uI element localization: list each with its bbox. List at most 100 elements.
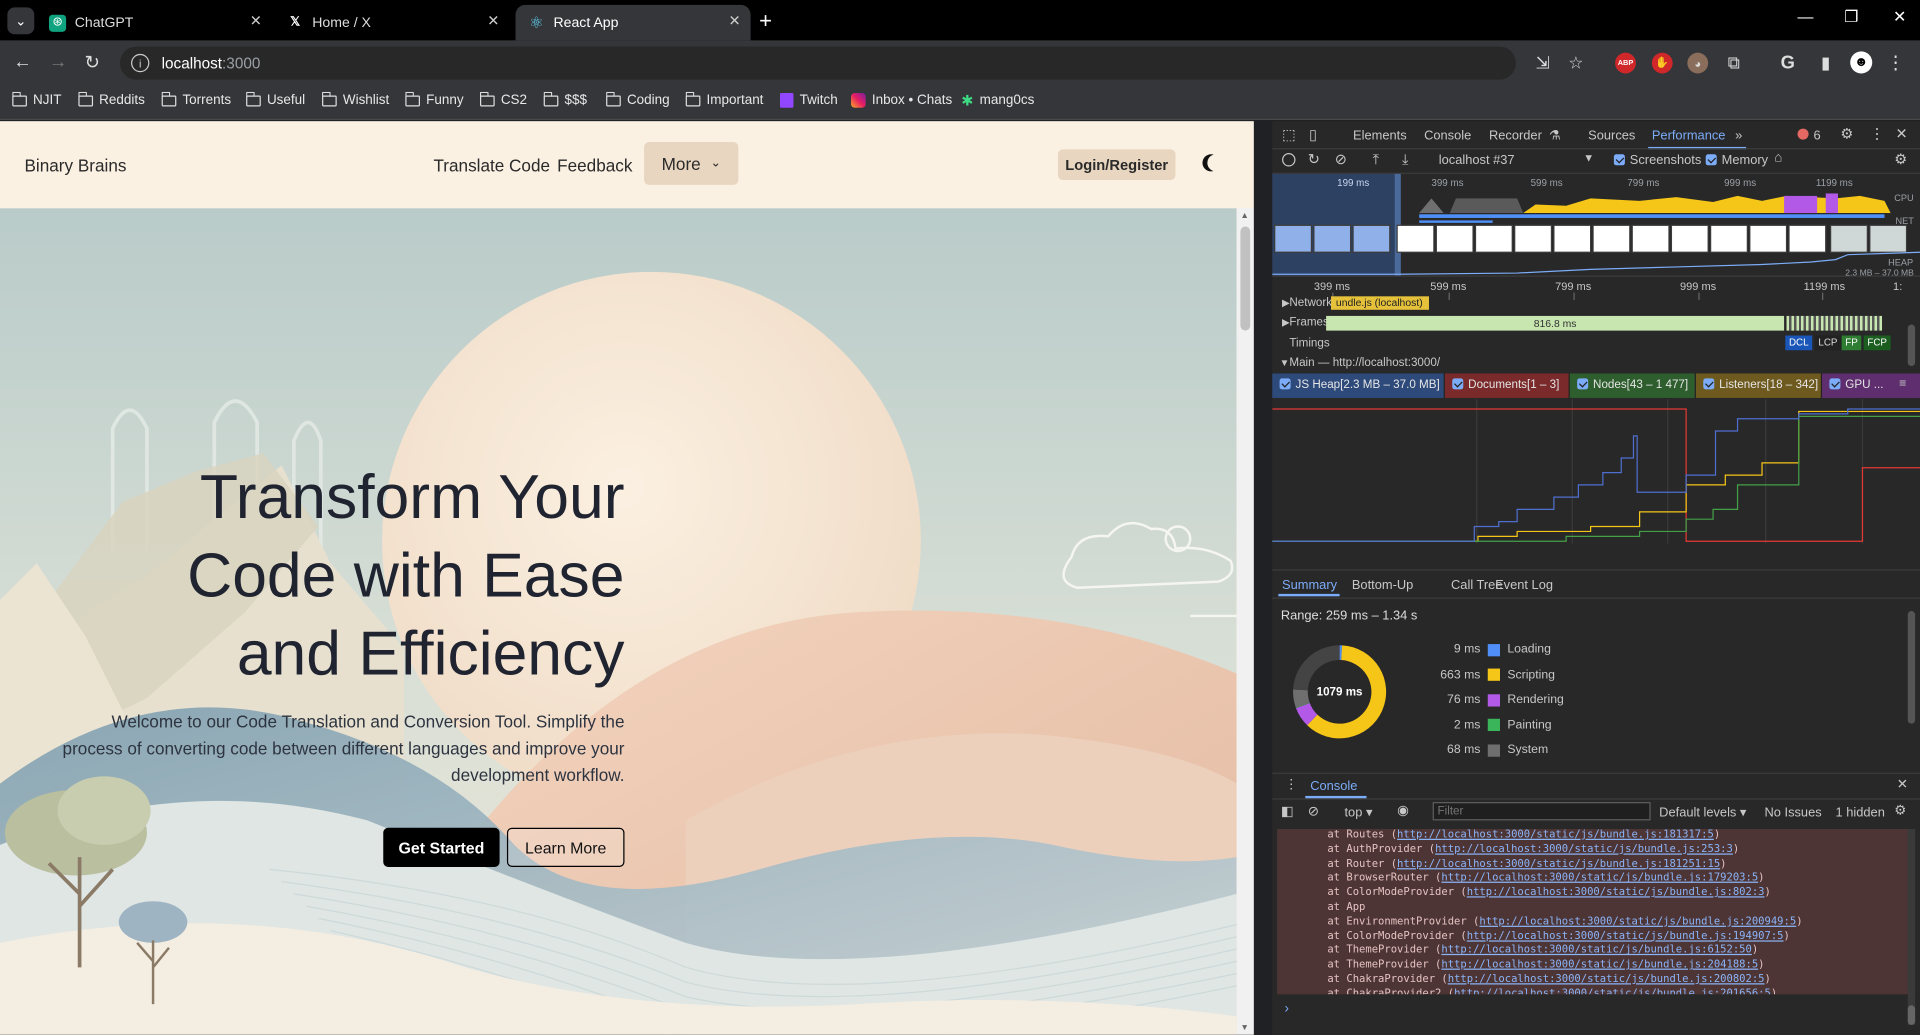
bookmark-item[interactable]: ✱ mang0cs	[961, 91, 1034, 111]
source-link[interactable]: http://localhost:3000/static/js/bundle.j…	[1454, 988, 1771, 994]
memory-checkbox[interactable]: Memory	[1705, 153, 1768, 168]
devtools-tab-sources[interactable]: Sources	[1588, 129, 1635, 144]
console-settings-gear-icon[interactable]: ⚙	[1894, 802, 1906, 818]
counters-menu-icon[interactable]: ≡	[1899, 377, 1906, 390]
counter-toggle[interactable]: Documents[1 – 3]	[1444, 373, 1569, 398]
login-register-button[interactable]: Login/Register	[1057, 149, 1176, 181]
back-arrow-icon[interactable]: ←	[13, 51, 31, 72]
counter-toggle[interactable]: JS Heap[2.3 MB – 37.0 MB]	[1272, 373, 1444, 398]
drawer-menu-icon[interactable]: ⋮	[1284, 776, 1297, 793]
more-tabs-icon[interactable]: »	[1735, 129, 1742, 144]
scroll-down-icon[interactable]: ▼	[1240, 1024, 1248, 1033]
main-expand-icon[interactable]: ▼	[1280, 358, 1290, 369]
devtools-tab-performance[interactable]: Performance	[1652, 129, 1726, 144]
adblock-plus-icon[interactable]: ABP	[1615, 52, 1636, 74]
context-select[interactable]: top ▾	[1344, 806, 1372, 821]
close-tab-icon[interactable]: ✕	[250, 12, 262, 29]
get-started-button[interactable]: Get Started	[383, 827, 500, 867]
minimize-icon[interactable]: —	[1798, 7, 1814, 25]
reload-icon[interactable]: ↻	[84, 51, 99, 74]
bookmark-item[interactable]: Coding	[606, 91, 670, 111]
inspect-element-icon[interactable]: ⬚	[1282, 126, 1296, 143]
close-drawer-icon[interactable]: ✕	[1897, 776, 1908, 793]
save-profile-icon[interactable]: ⤓	[1402, 151, 1409, 169]
devtools-tab-console[interactable]: Console	[1424, 129, 1471, 144]
page-scrollbar[interactable]	[1236, 208, 1254, 1035]
site-brand[interactable]: Binary Brains	[24, 156, 126, 176]
source-link[interactable]: http://localhost:3000/static/js/bundle.j…	[1441, 959, 1758, 971]
install-app-icon[interactable]: ⇲	[1532, 51, 1554, 73]
devtools-divider[interactable]	[1253, 121, 1273, 1035]
kebab-menu-icon[interactable]: ⋮	[1870, 125, 1885, 142]
log-levels-select[interactable]: Default levels ▾	[1659, 806, 1746, 821]
clear-console-icon[interactable]: ⊘	[1308, 803, 1319, 819]
side-panel-icon[interactable]: ▮	[1815, 51, 1837, 73]
bookmark-item[interactable]: $$$	[543, 91, 587, 111]
site-info-icon[interactable]: i	[131, 53, 150, 73]
network-track-label[interactable]: Network	[1289, 296, 1332, 309]
source-link[interactable]: http://localhost:3000/static/js/bundle.j…	[1441, 872, 1758, 884]
scrollbar-thumb[interactable]	[1240, 226, 1251, 331]
tab-react-app[interactable]: ⚛ React App ✕	[515, 4, 751, 41]
sidebar-toggle-icon[interactable]: ◧	[1281, 803, 1294, 819]
console-filter-input[interactable]	[1432, 802, 1651, 821]
source-link[interactable]: http://localhost:3000/static/js/bundle.j…	[1467, 887, 1765, 899]
load-profile-icon[interactable]: ⤒	[1373, 151, 1380, 169]
bookmark-item[interactable]: Twitch	[780, 91, 838, 111]
console-prompt-chevron-icon[interactable]: ›	[1284, 1002, 1288, 1017]
kebab-menu-icon[interactable]: ⋮	[1884, 51, 1906, 74]
extensions-puzzle-icon[interactable]: ⧉	[1723, 51, 1745, 73]
record-icon[interactable]	[1282, 153, 1296, 167]
main-track-label[interactable]: Main — http://localhost:3000/	[1289, 356, 1440, 369]
source-link[interactable]: http://localhost:3000/static/js/bundle.j…	[1435, 843, 1733, 855]
bookmark-item[interactable]: Funny	[405, 91, 464, 111]
console-scrollbar-thumb[interactable]	[1907, 1005, 1916, 1025]
devtools-tab-recorder[interactable]: Recorder	[1489, 129, 1542, 144]
clear-icon[interactable]: ⊘	[1335, 151, 1347, 168]
recording-select[interactable]: localhost #37	[1439, 153, 1515, 168]
bookmark-item[interactable]: Reddits	[78, 91, 145, 111]
lcp-marker[interactable]: LCP	[1814, 335, 1842, 351]
reload-record-icon[interactable]: ↻	[1308, 151, 1320, 168]
source-link[interactable]: http://localhost:3000/static/js/bundle.j…	[1397, 829, 1714, 841]
nav-translate-code[interactable]: Translate Code	[433, 156, 550, 176]
bottom-tab[interactable]: Summary	[1282, 578, 1337, 593]
bookmark-item[interactable]: CS2	[480, 91, 527, 111]
source-link[interactable]: http://localhost:3000/static/js/bundle.j…	[1479, 916, 1796, 928]
console-scrollbar[interactable]	[1907, 828, 1916, 1025]
settings-gear-icon[interactable]: ⚙	[1840, 125, 1853, 142]
close-tab-icon[interactable]: ✕	[728, 12, 740, 29]
address-bar[interactable]: i localhost:3000	[120, 46, 1516, 80]
issues-button[interactable]: No Issues	[1764, 806, 1821, 821]
forward-arrow-icon[interactable]: →	[49, 51, 67, 72]
tab-search-chevron-icon[interactable]: ⌄	[7, 7, 35, 35]
bookmark-item[interactable]: Inbox • Chats	[851, 91, 952, 111]
fp-marker[interactable]: FP	[1841, 335, 1862, 351]
source-link[interactable]: http://localhost:3000/static/js/bundle.j…	[1397, 858, 1720, 870]
bookmark-item[interactable]: Important	[685, 91, 763, 111]
summary-scrollbar[interactable]	[1907, 611, 1916, 724]
error-count[interactable]: 6	[1813, 129, 1820, 144]
google-icon[interactable]: G	[1777, 51, 1799, 73]
device-toolbar-icon[interactable]: ▯	[1309, 126, 1317, 143]
more-menu-button[interactable]: More ⌄	[644, 142, 739, 185]
bookmark-item[interactable]: Wishlist	[322, 91, 389, 111]
screenshots-checkbox[interactable]: Screenshots	[1613, 153, 1701, 168]
moon-icon[interactable]	[1207, 154, 1224, 171]
close-tab-icon[interactable]: ✕	[487, 12, 499, 29]
dcl-marker[interactable]: DCL	[1785, 335, 1813, 351]
scroll-up-icon[interactable]: ▲	[1240, 212, 1248, 221]
restore-icon[interactable]: ❐	[1844, 7, 1858, 27]
bookmark-item[interactable]: Useful	[246, 91, 305, 111]
fcp-marker[interactable]: FCP	[1863, 335, 1891, 351]
bookmark-star-icon[interactable]: ☆	[1565, 51, 1587, 73]
profile-avatar[interactable]: ☻	[1850, 51, 1873, 74]
counter-toggle[interactable]: Nodes[43 – 1 477]	[1569, 373, 1695, 398]
tab-x[interactable]: 𝕏 Home / X ✕	[274, 5, 509, 41]
new-tab-plus-icon[interactable]: +	[759, 9, 772, 35]
devtools-tab-elements[interactable]: Elements	[1353, 129, 1407, 144]
extension-hand-icon[interactable]: ✋	[1651, 52, 1673, 74]
nav-feedback[interactable]: Feedback	[557, 156, 632, 176]
tab-chatgpt[interactable]: ⊛ ChatGPT ✕	[37, 5, 272, 41]
frames-track-label[interactable]: Frames	[1289, 316, 1328, 329]
